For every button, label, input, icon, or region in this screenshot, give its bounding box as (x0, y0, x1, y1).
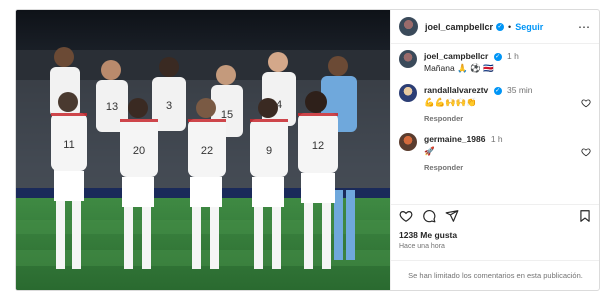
comment-bubble-icon[interactable] (422, 209, 436, 223)
comment-text: 💪💪🙌🙌👏 (424, 97, 477, 107)
separator-dot: • (508, 21, 512, 32)
reply-button[interactable]: Responder (424, 163, 591, 172)
comment-username[interactable]: randallalvareztv (424, 85, 488, 95)
post-photo[interactable]: 13 3 15 4 11 20 22 9 12 (16, 10, 390, 290)
follow-button[interactable]: Seguir (515, 22, 543, 32)
caption-text: Mañana 🙏 ⚽ 🇨🇷 (424, 63, 494, 73)
comment-text: 🚀 (424, 146, 435, 156)
share-send-icon[interactable] (445, 209, 459, 223)
commenter-avatar[interactable] (399, 133, 417, 151)
svg-text:9: 9 (266, 145, 272, 157)
comment-row: randallalvareztv ✓ 35 min 💪💪🙌🙌👏 Responde… (399, 84, 591, 123)
svg-text:22: 22 (201, 145, 213, 157)
svg-text:3: 3 (166, 100, 172, 112)
caption-row: joel_campbellcr ✓ 1 h Mañana 🙏 ⚽ 🇨🇷 (399, 50, 591, 74)
like-heart-icon[interactable] (399, 209, 413, 223)
like-comment-heart-icon[interactable] (581, 147, 591, 157)
post-header: joel_campbellcr ✓ • Seguir ⋯ (391, 10, 599, 44)
svg-text:13: 13 (106, 101, 118, 113)
like-comment-heart-icon[interactable] (581, 98, 591, 108)
svg-text:11: 11 (63, 139, 74, 151)
verified-badge-icon: ✓ (496, 22, 505, 31)
verified-badge-icon: ✓ (493, 86, 502, 95)
author-avatar[interactable] (399, 17, 418, 36)
svg-text:20: 20 (133, 145, 145, 157)
reply-button[interactable]: Responder (424, 114, 591, 123)
comments-list: joel_campbellcr ✓ 1 h Mañana 🙏 ⚽ 🇨🇷 rand… (391, 44, 599, 172)
likes-count[interactable]: 1238 Me gusta (399, 230, 457, 240)
save-bookmark-icon[interactable] (578, 209, 592, 223)
comments-limited-notice: Se han limitado los comentarios en esta … (391, 260, 599, 290)
more-options-icon[interactable]: ⋯ (578, 20, 591, 34)
post-timestamp: Hace una hora (399, 243, 445, 250)
comment-time: 35 min (507, 85, 533, 95)
caption-avatar[interactable] (399, 50, 417, 68)
verified-badge-icon: ✓ (493, 52, 502, 61)
team-photo: 13 3 15 4 11 20 22 9 12 (16, 10, 390, 290)
comment-row: germaine_1986 1 h 🚀 Responder (399, 133, 591, 172)
post-actions (391, 204, 599, 226)
caption-time: 1 h (507, 51, 519, 61)
caption-username[interactable]: joel_campbellcr (424, 51, 488, 61)
svg-text:12: 12 (312, 140, 324, 152)
commenter-avatar[interactable] (399, 84, 417, 102)
instagram-embed: 13 3 15 4 11 20 22 9 12 joel_campbellcr … (15, 9, 600, 291)
author-username[interactable]: joel_campbellcr (425, 22, 493, 32)
comment-time: 1 h (490, 134, 503, 144)
post-sidebar: joel_campbellcr ✓ • Seguir ⋯ joel_campbe… (390, 10, 599, 290)
comment-username[interactable]: germaine_1986 (424, 134, 485, 144)
